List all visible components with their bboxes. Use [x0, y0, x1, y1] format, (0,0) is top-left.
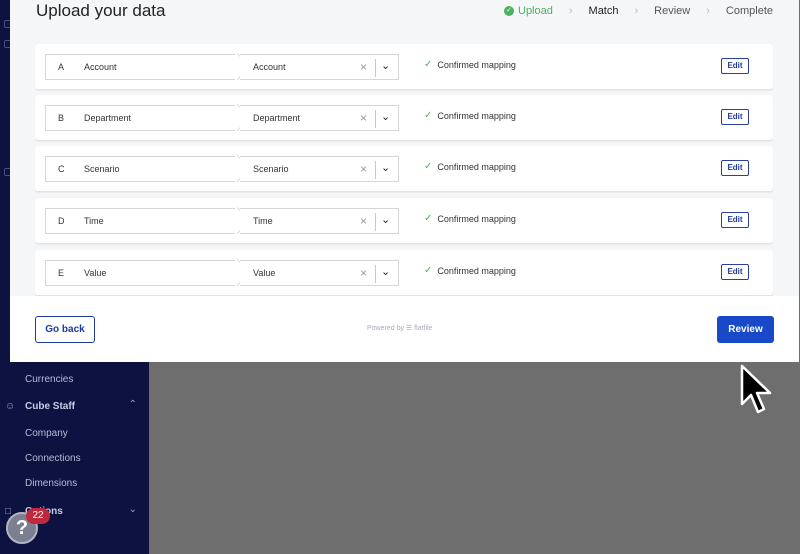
check-icon: ✓	[424, 110, 433, 121]
column-letter: B	[58, 113, 65, 123]
mapping-status: ✓ Confirmed mapping	[424, 213, 516, 224]
clear-icon[interactable]: ×	[360, 266, 367, 280]
status-text: Confirmed mapping	[437, 110, 516, 121]
chevron-down-icon[interactable]: ⌄	[381, 213, 390, 226]
source-column: C Scenario	[45, 156, 235, 182]
sidebar-item-currencies[interactable]: Currencies	[25, 374, 73, 385]
mapping-row: E Value Value × ⌄ ✓ Confirmed mapping Ed…	[35, 250, 773, 295]
step-label: Match	[588, 5, 619, 17]
chevron-right-icon: ›	[706, 5, 710, 17]
source-column: B Department	[45, 105, 235, 131]
step-label: Complete	[725, 5, 773, 17]
source-name: Value	[84, 268, 107, 278]
edit-button[interactable]: Edit	[721, 212, 749, 228]
powered-by-text: Powered by	[367, 325, 404, 332]
mapping-row: C Scenario Scenario × ⌄ ✓ Confirmed mapp…	[35, 146, 773, 191]
chevron-down-icon[interactable]: ⌄	[381, 161, 390, 174]
target-value: Time	[253, 216, 273, 226]
source-name: Department	[84, 113, 132, 123]
edit-button[interactable]: Edit	[721, 109, 749, 125]
stepper: ✓ Upload › Match › Review › Complete	[504, 5, 773, 17]
clear-icon[interactable]: ×	[360, 162, 367, 176]
status-text: Confirmed mapping	[437, 265, 516, 276]
check-icon: ✓	[424, 265, 433, 276]
edit-button[interactable]: Edit	[721, 160, 749, 176]
notification-badge: 22	[26, 508, 50, 524]
users-icon: ☺	[5, 401, 16, 412]
source-name: Time	[84, 216, 104, 226]
chevron-down-icon[interactable]: ⌄	[381, 59, 390, 72]
divider	[375, 59, 376, 77]
column-letter: E	[58, 268, 65, 278]
target-select[interactable]: Time × ⌄	[240, 208, 399, 234]
clear-icon[interactable]: ×	[360, 60, 367, 74]
status-text: Confirmed mapping	[437, 161, 516, 172]
source-name: Account	[84, 62, 117, 72]
mapping-row: B Department Department × ⌄ ✓ Confirmed …	[35, 95, 773, 140]
brand-name: flatfile	[414, 325, 433, 332]
check-circle-icon: ✓	[504, 6, 514, 16]
target-value: Scenario	[253, 164, 289, 174]
source-column: D Time	[45, 208, 235, 234]
column-letter: A	[58, 62, 65, 72]
clear-icon[interactable]: ×	[360, 214, 367, 228]
flatfile-logo-icon: ☰	[405, 325, 413, 332]
chevron-down-icon: ⌄	[128, 504, 137, 515]
target-select[interactable]: Value × ⌄	[240, 260, 399, 286]
mapping-row: D Time Time × ⌄ ✓ Confirmed mapping Edit	[35, 198, 773, 243]
source-column: E Value	[45, 260, 235, 286]
chevron-down-icon[interactable]: ⌄	[381, 110, 390, 123]
step-label: Upload	[518, 5, 553, 17]
target-select[interactable]: Account × ⌄	[240, 54, 399, 80]
column-letter: D	[58, 216, 65, 226]
mapping-status: ✓ Confirmed mapping	[424, 59, 516, 70]
step-complete: Complete	[726, 5, 773, 17]
chevron-up-icon: ⌃	[128, 399, 137, 410]
go-back-button[interactable]: Go back	[35, 316, 95, 343]
target-value: Department	[253, 113, 301, 123]
upload-modal: Upload your data ✓ Upload › Match › Revi…	[10, 0, 799, 362]
mapping-status: ✓ Confirmed mapping	[424, 110, 516, 121]
divider	[375, 265, 376, 283]
review-button[interactable]: Review	[717, 316, 774, 343]
modal-footer: Go back Powered by ☰ flatfile Review	[10, 296, 799, 362]
edit-button[interactable]: Edit	[721, 58, 749, 74]
step-label: Review	[654, 5, 691, 17]
step-review: Review	[654, 5, 690, 17]
divider	[375, 213, 376, 231]
column-letter: C	[58, 164, 65, 174]
step-upload: ✓ Upload	[504, 5, 553, 17]
step-match: Match	[589, 5, 619, 17]
chevron-right-icon: ›	[634, 5, 639, 17]
mapping-status: ✓ Confirmed mapping	[424, 161, 516, 172]
check-icon: ✓	[424, 213, 433, 224]
status-text: Confirmed mapping	[437, 59, 516, 70]
mapping-status: ✓ Confirmed mapping	[424, 265, 516, 276]
source-name: Scenario	[84, 164, 120, 174]
check-icon: ✓	[424, 59, 433, 70]
status-text: Confirmed mapping	[437, 213, 516, 224]
target-value: Account	[253, 62, 286, 72]
mapping-row: A Account Account × ⌄ ✓ Confirmed mappin…	[35, 44, 773, 89]
check-icon: ✓	[424, 161, 433, 172]
chevron-down-icon[interactable]: ⌄	[381, 265, 390, 278]
sidebar-item-dimensions[interactable]: Dimensions	[25, 478, 77, 489]
modal-title: Upload your data	[36, 1, 166, 20]
divider	[375, 110, 376, 128]
sidebar-group-label: Cube Staff	[25, 401, 75, 412]
divider	[375, 161, 376, 179]
sidebar-item-connections[interactable]: Connections	[25, 453, 81, 464]
mouse-cursor-icon	[740, 364, 772, 414]
chevron-right-icon: ›	[568, 5, 573, 17]
target-value: Value	[253, 268, 276, 278]
clear-icon[interactable]: ×	[360, 111, 367, 125]
source-column: A Account	[45, 54, 235, 80]
mapping-list: A Account Account × ⌄ ✓ Confirmed mappin…	[35, 44, 773, 296]
sidebar-item-company[interactable]: Company	[25, 428, 68, 439]
target-select[interactable]: Scenario × ⌄	[240, 156, 399, 182]
sidebar-group-cube-staff[interactable]: ☺ Cube Staff ⌃	[0, 398, 149, 418]
target-select[interactable]: Department × ⌄	[240, 105, 399, 131]
powered-by: Powered by ☰ flatfile	[367, 324, 432, 332]
edit-button[interactable]: Edit	[721, 264, 749, 280]
